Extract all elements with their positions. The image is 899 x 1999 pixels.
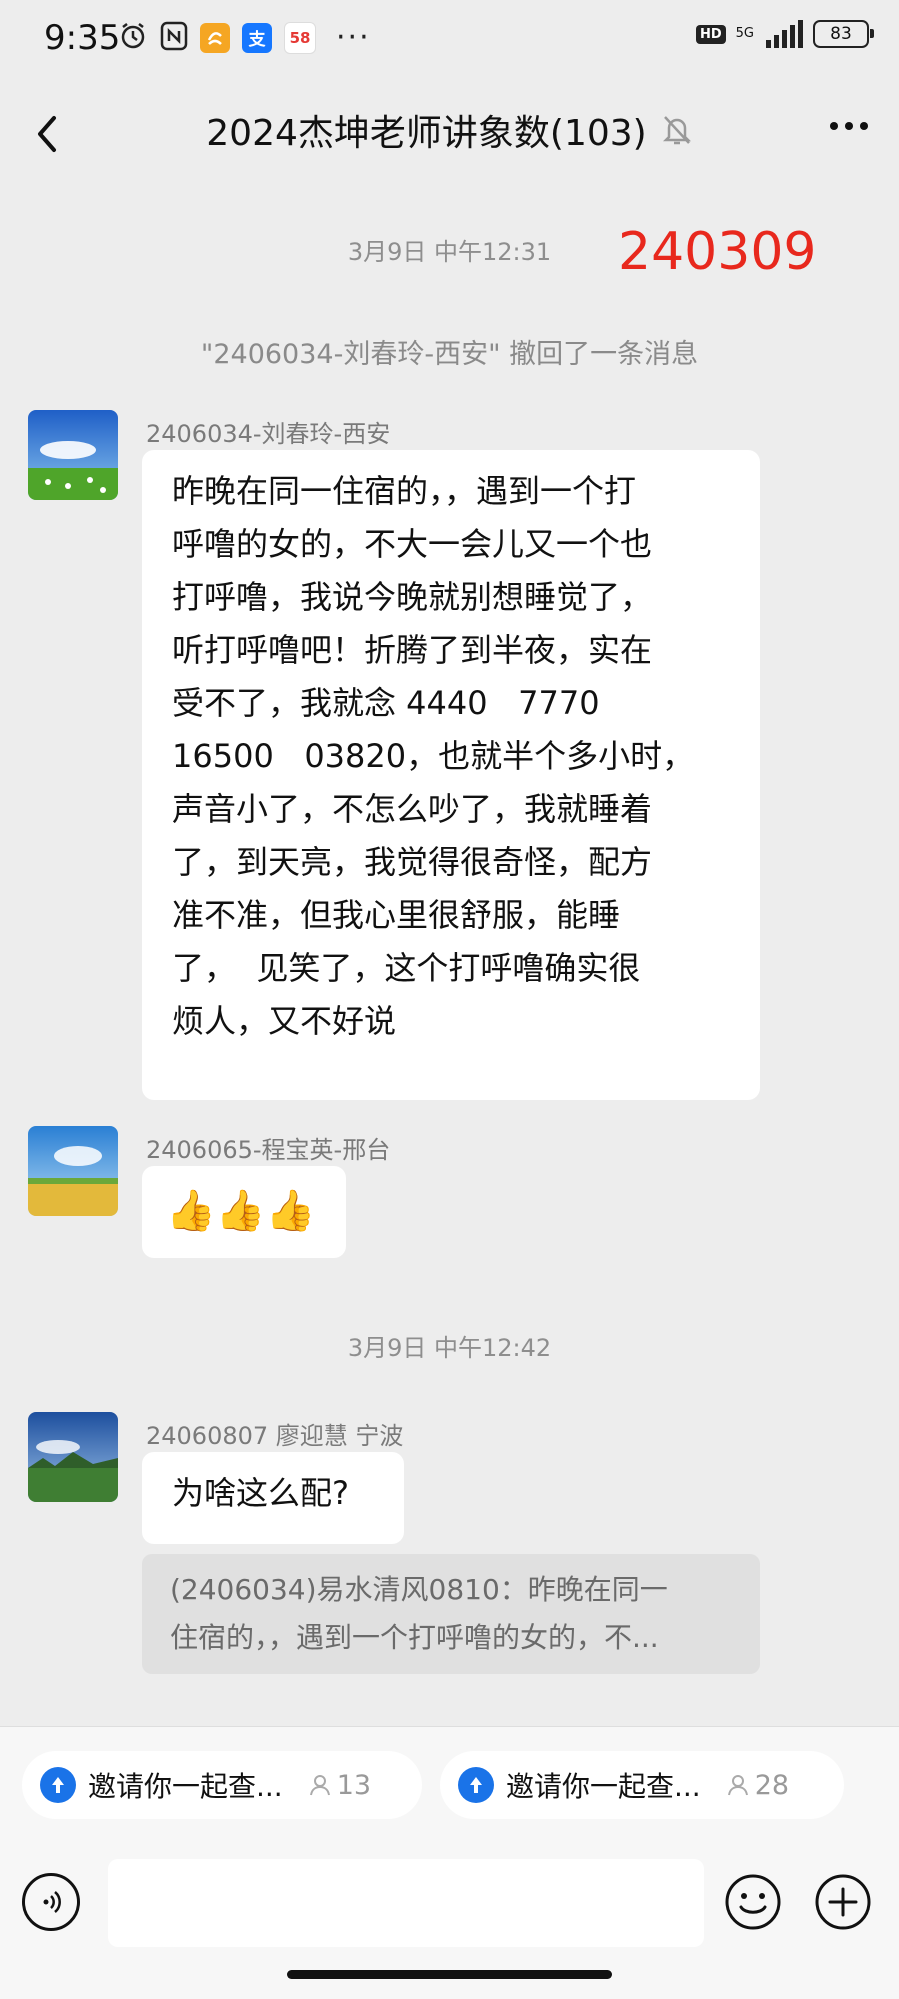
- sender-name: 2406065-程宝英-邢台: [146, 1136, 391, 1164]
- avatar[interactable]: [28, 1412, 118, 1502]
- navigation-arrow-icon: [458, 1767, 494, 1803]
- more-functions-button[interactable]: [814, 1873, 872, 1931]
- chat-title: 2024杰坤老师讲象数(103): [206, 113, 647, 154]
- network-label: 5G: [735, 26, 754, 41]
- smiley-icon: [725, 1874, 781, 1930]
- status-app-icons: 支 58 ···: [118, 20, 371, 55]
- status-right: HD 5G 83: [695, 20, 874, 48]
- status-bar: 9:35 支 58 ··· HD 5G 83: [0, 0, 899, 82]
- message-bubble[interactable]: 为啥这么配?: [142, 1452, 404, 1544]
- voice-icon: [43, 1891, 61, 1913]
- more-options-button[interactable]: [827, 106, 871, 156]
- input-row: [0, 1853, 899, 1949]
- person-icon: [309, 1775, 330, 1796]
- bottom-panel: 邀请你一起查... 13 邀请你一起查... 28: [0, 1726, 899, 1999]
- message-line: 烦人，又不好说: [172, 1002, 397, 1040]
- sender-name: 24060807 廖迎慧 宁波: [146, 1422, 404, 1450]
- alarm-icon: [118, 21, 148, 55]
- more-dots-icon: [830, 122, 868, 130]
- battery-level: 83: [830, 24, 852, 44]
- message-line: 了， 见笑了，这个打呼噜确实很: [172, 949, 641, 987]
- message-line: 打呼噜，我说今晚就别想睡觉了，: [172, 578, 653, 616]
- chip-member-count: 28: [725, 1770, 789, 1801]
- message-line: 受不了，我就念 4440 7770: [172, 684, 600, 722]
- nfc-icon: [160, 21, 188, 55]
- chip-member-count: 13: [307, 1770, 371, 1801]
- message-line: 准不准，但我心里很舒服，能睡: [172, 896, 621, 934]
- message-line: 了，到天亮，我觉得很奇怪，配方: [172, 843, 653, 881]
- hd-badge: HD: [695, 24, 726, 44]
- message-bubble[interactable]: 昨晚在同一住宿的，，遇到一个打 呼噜的女的，不大一会儿又一个也 打呼噜，我说今晚…: [142, 450, 760, 1100]
- avatar-lakeside-image: [28, 1412, 118, 1502]
- message-text: 为啥这么配?: [172, 1474, 349, 1512]
- navigation-arrow-icon: [40, 1767, 76, 1803]
- quote-line: (2406034)易水清风0810：昨晚在同一: [170, 1573, 668, 1606]
- status-time: 9:35: [44, 18, 121, 58]
- message-timestamp: 3月9日 中午12:42: [347, 1334, 552, 1362]
- avatar[interactable]: [28, 1126, 118, 1216]
- chip-count-value: 28: [754, 1769, 790, 1801]
- sender-name: 2406034-刘春玲-西安: [146, 420, 391, 448]
- group-tool-chip[interactable]: 邀请你一起查... 13: [22, 1751, 422, 1819]
- recall-notice: "2406034-刘春玲-西安" 撤回了一条消息: [200, 339, 699, 370]
- message-line: 昨晚在同一住宿的，，遇到一个打: [172, 472, 637, 510]
- emoji-button[interactable]: [724, 1873, 782, 1931]
- app-orange-icon: [200, 22, 230, 53]
- chip-count-value: 13: [336, 1769, 372, 1801]
- chip-label: 邀请你一起查...: [88, 1770, 283, 1803]
- thumbs-up-emoji: 👍👍👍: [166, 1188, 316, 1234]
- chat-header: 2024杰坤老师讲象数(103): [0, 82, 899, 182]
- message-line: 听打呼噜吧！折腾了到半夜，实在: [172, 631, 653, 669]
- home-indicator[interactable]: [287, 1970, 612, 1979]
- message-line: 声音小了，不怎么吵了，我就睡着: [172, 790, 653, 828]
- group-tool-chip[interactable]: 邀请你一起查... 28: [440, 1751, 844, 1819]
- message-line: 呼噜的女的，不大一会儿又一个也: [172, 525, 653, 563]
- signal-icon: [766, 20, 803, 48]
- status-more-dots: ···: [336, 20, 371, 55]
- message-line: 16500 03820，也就半个多小时，: [172, 737, 695, 775]
- chip-label: 邀请你一起查...: [506, 1770, 701, 1803]
- avatar[interactable]: [28, 410, 118, 500]
- red-annotation: 240309: [618, 222, 817, 282]
- battery-icon: 83: [813, 20, 874, 48]
- quote-line: 住宿的，，遇到一个打呼噜的女的，不...: [170, 1621, 659, 1654]
- alipay-icon: 支: [242, 22, 272, 53]
- avatar-wheatfield-image: [28, 1126, 118, 1216]
- message-input[interactable]: [108, 1859, 704, 1947]
- person-icon: [727, 1775, 748, 1796]
- plus-icon: [815, 1874, 871, 1930]
- voice-input-button[interactable]: [22, 1873, 80, 1931]
- message-bubble[interactable]: 👍👍👍: [142, 1166, 346, 1258]
- avatar-landscape-image: [28, 410, 118, 500]
- quoted-message[interactable]: (2406034)易水清风0810：昨晚在同一 住宿的，，遇到一个打呼噜的女的，…: [142, 1554, 760, 1674]
- mute-bell-icon: [662, 116, 691, 145]
- 58-app-icon: 58: [284, 21, 316, 54]
